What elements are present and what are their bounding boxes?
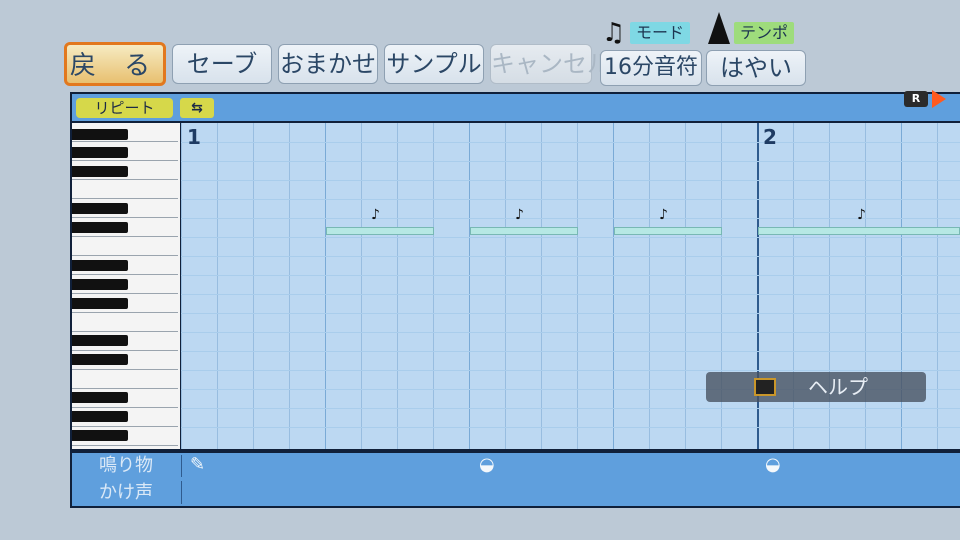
note-bar[interactable] [614,227,722,235]
tempo-label: テンポ [734,22,795,44]
grid-row-line [181,161,960,162]
book-icon [754,378,776,396]
grid-line [433,123,434,449]
track-row-kakegoe[interactable]: かけ声 [72,479,960,506]
black-key[interactable] [72,147,128,158]
grid-row-line [181,408,960,409]
black-key[interactable] [72,430,128,441]
note-flag-icon: ♪ [371,207,380,223]
black-key[interactable] [72,203,128,214]
note-flag-icon: ♪ [659,207,668,223]
grid-row-line [181,275,960,276]
mode-label: モード [630,22,691,44]
help-button[interactable]: ヘルプ [706,372,926,402]
black-key[interactable] [72,298,128,309]
save-button[interactable]: セーブ [172,44,272,84]
mode-button[interactable]: 16分音符 [600,50,702,86]
rec-badge: R [904,91,928,107]
grid-line [325,123,326,449]
black-key[interactable] [72,392,128,403]
music-note-icon: ♫ [602,18,626,48]
piano-keyboard[interactable] [72,123,180,449]
white-key[interactable] [72,370,178,389]
black-key[interactable] [72,260,128,271]
cancel-button[interactable]: キャンセル [490,44,611,84]
sample-button[interactable]: サンプル [384,44,484,84]
white-key[interactable] [72,180,178,199]
grid-line [469,123,470,449]
note-bar[interactable] [326,227,434,235]
black-key[interactable] [72,335,128,346]
black-key[interactable] [72,129,128,140]
black-key[interactable] [72,354,128,365]
grid-line [289,123,290,449]
grid-line [505,123,506,449]
grid-line [541,123,542,449]
note-bar[interactable] [758,227,960,235]
grid-row-line [181,142,960,143]
grid-line [577,123,578,449]
grid-row-line [181,237,960,238]
grid-row-line [181,218,960,219]
track-label: 鳴り物 [99,455,153,476]
drum-icon: ◒ [765,454,781,475]
note-flag-icon: ♪ [515,207,524,223]
note-bar[interactable] [470,227,578,235]
play-icon [932,90,946,108]
bar-number: 2 [763,125,777,149]
black-key[interactable] [72,222,128,233]
grid-line [937,123,938,449]
grid-line [397,123,398,449]
note-flag-icon: ♪ [857,207,866,223]
auto-button[interactable]: おまかせ [278,44,378,84]
grid-row-line [181,332,960,333]
grid-line [253,123,254,449]
back-button[interactable]: 戻 る [64,42,166,86]
track-lane[interactable] [181,455,960,477]
grid-line [649,123,650,449]
black-key[interactable] [72,411,128,422]
grid-line [181,123,182,449]
tempo-button[interactable]: はやい [706,50,806,86]
grid-line [217,123,218,449]
metronome-icon [708,12,730,44]
grid-row-line [181,294,960,295]
grid-line [685,123,686,449]
bar-number: 1 [187,125,201,149]
drum-icon: ◒ [479,454,495,475]
grid-row-line [181,370,960,371]
track-lane[interactable] [181,481,960,504]
grid-row-line [181,313,960,314]
grid-line [613,123,614,449]
grid-row-line [181,256,960,257]
grid-row-line [181,427,960,428]
track-label: かけ声 [99,482,153,503]
help-label: ヘルプ [808,375,868,399]
track-row-narimono[interactable]: 鳴り物 ✎ ◒ ◒ [72,453,960,479]
black-key[interactable] [72,166,128,177]
loop-icon[interactable]: ⇆ [180,98,214,118]
grid-row-line [181,351,960,352]
maraca-icon: ✎ [190,454,206,475]
repeat-button[interactable]: リピート [76,98,173,118]
grid-row-line [181,180,960,181]
white-key[interactable] [72,446,178,449]
black-key[interactable] [72,279,128,290]
grid-line [361,123,362,449]
grid-row-line [181,199,960,200]
white-key[interactable] [72,237,178,256]
white-key[interactable] [72,313,178,332]
